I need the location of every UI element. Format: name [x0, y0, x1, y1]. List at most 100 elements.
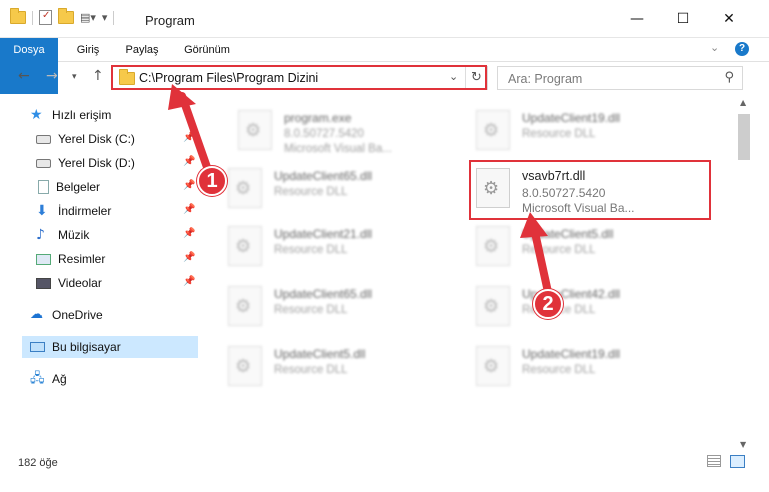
file-description: Resource DLL — [274, 304, 348, 316]
pin-icon[interactable]: 📌 — [183, 252, 195, 263]
dll-file-icon — [228, 226, 262, 266]
file-item[interactable]: UpdateClient5.dll Resource DLL — [468, 218, 698, 274]
dll-file-icon — [228, 346, 262, 386]
forward-arrow-icon[interactable]: → — [46, 68, 58, 84]
file-item[interactable]: program.exe 8.0.50727.5420 Microsoft Vis… — [230, 102, 460, 158]
vertical-scrollbar[interactable]: ▲ ▼ — [737, 98, 752, 454]
chevron-down-icon[interactable]: ⌄ — [449, 70, 458, 83]
file-icon — [238, 110, 272, 150]
dll-file-icon — [476, 168, 510, 208]
ribbon-tabs: Dosya Giriş Paylaş Görünüm ⌄ ? — [0, 38, 769, 94]
maximize-icon: ☐ — [676, 11, 690, 27]
tab-share[interactable]: Paylaş — [118, 38, 166, 62]
navigation-pane: ★ Hızlı erişim Yerel Disk (C:) 📌 Yerel D… — [0, 98, 205, 450]
customize-toolbar-icon[interactable]: ▾ — [102, 11, 108, 24]
pin-icon[interactable]: 📌 — [183, 204, 195, 215]
sidebar-item-onedrive[interactable]: ☁ OneDrive — [30, 304, 210, 326]
sidebar-item-label: Yerel Disk (C:) — [58, 132, 135, 146]
music-icon: ♪ — [36, 227, 45, 243]
file-list: program.exe 8.0.50727.5420 Microsoft Vis… — [210, 98, 735, 450]
sidebar-item-videos[interactable]: Videolar 📌 — [36, 272, 216, 294]
separator — [32, 10, 33, 25]
search-icon[interactable]: ⚲ — [724, 70, 734, 85]
separator — [113, 10, 115, 25]
sidebar-item-disk-d[interactable]: Yerel Disk (D:) 📌 — [36, 152, 216, 174]
folder-icon — [10, 8, 26, 24]
star-icon: ★ — [30, 107, 43, 123]
properties-icon[interactable] — [39, 10, 52, 25]
sidebar-item-downloads[interactable]: ⬇ İndirmeler 📌 — [36, 200, 216, 222]
file-item[interactable]: UpdateClient5.dll Resource DLL — [220, 338, 450, 394]
file-description: Resource DLL — [274, 364, 348, 376]
file-name: UpdateClient65.dll — [274, 169, 373, 183]
sidebar-item-label: Resimler — [58, 252, 106, 266]
large-icons-view-icon[interactable] — [730, 455, 745, 468]
sidebar-item-label: Belgeler — [56, 180, 101, 194]
sidebar-item-documents[interactable]: Belgeler 📌 — [38, 176, 218, 198]
dll-file-icon — [228, 286, 262, 326]
file-item[interactable]: UpdateClient65.dll Resource DLL — [220, 278, 450, 334]
refresh-icon[interactable]: ↻ — [465, 67, 487, 89]
file-description: Resource DLL — [522, 244, 596, 256]
expand-ribbon-icon[interactable]: ⌄ — [710, 41, 719, 54]
quick-access-toolbar: ▤▾ ▾ — [10, 8, 115, 25]
file-description: Microsoft Visual Ba... — [522, 201, 635, 215]
tab-home[interactable]: Giriş — [66, 38, 110, 62]
pin-icon[interactable]: 📌 — [183, 180, 195, 191]
file-item[interactable]: UpdateClient42.dll Resource DLL — [468, 278, 698, 334]
up-arrow-icon[interactable]: ↑ — [92, 68, 104, 84]
sidebar-item-label: OneDrive — [52, 308, 103, 322]
search-box[interactable]: Ara: Program ⚲ — [497, 66, 743, 90]
sidebar-item-music[interactable]: ♪ Müzik 📌 — [36, 224, 216, 246]
sidebar-item-label: Müzik — [58, 228, 90, 242]
file-item[interactable]: UpdateClient19.dll Resource DLL — [468, 102, 698, 158]
file-name: UpdateClient5.dll — [274, 347, 366, 361]
pin-icon[interactable]: 📌 — [183, 156, 195, 167]
file-item[interactable]: UpdateClient65.dll Resource DLL — [220, 160, 450, 216]
file-item[interactable]: UpdateClient21.dll Resource DLL — [220, 218, 450, 274]
help-icon[interactable]: ? — [735, 42, 749, 56]
sidebar-item-label: Ağ — [52, 372, 67, 386]
file-version: 8.0.50727.5420 — [284, 128, 364, 140]
file-item[interactable]: UpdateClient19.dll Resource DLL — [468, 338, 698, 394]
sidebar-item-label: Hızlı erişim — [52, 108, 112, 122]
status-bar: 182 öğe — [0, 452, 769, 472]
sidebar-item-quick-access[interactable]: ★ Hızlı erişim — [30, 104, 210, 126]
recent-locations-icon[interactable]: ▾ — [72, 72, 77, 82]
computer-icon — [30, 342, 45, 352]
dll-file-icon — [476, 286, 510, 326]
sidebar-item-pictures[interactable]: Resimler 📌 — [36, 248, 216, 270]
file-name: program.exe — [284, 111, 352, 125]
dll-file-icon — [476, 110, 510, 150]
navigation-bar: ← → ▾ ↑ C:\Program Files\Program Dizini … — [0, 62, 769, 94]
disk-icon — [36, 134, 51, 144]
sidebar-item-network[interactable]: 🖧 Ağ — [30, 368, 210, 390]
address-path[interactable]: C:\Program Files\Program Dizini — [139, 71, 318, 85]
file-item-selected[interactable]: vsavb7rt.dll 8.0.50727.5420 Microsoft Vi… — [468, 160, 698, 216]
tab-view[interactable]: Görünüm — [176, 38, 238, 62]
scroll-thumb[interactable] — [738, 114, 750, 160]
scroll-down-icon[interactable]: ▼ — [740, 440, 746, 449]
back-arrow-icon[interactable]: ← — [18, 68, 30, 84]
pin-icon[interactable]: 📌 — [183, 276, 195, 287]
address-bar[interactable]: C:\Program Files\Program Dizini ⌄ ↻ — [112, 66, 488, 90]
file-name: UpdateClient65.dll — [274, 287, 373, 301]
pin-icon[interactable]: 📌 — [183, 228, 195, 239]
dll-file-icon — [476, 226, 510, 266]
sidebar-item-this-pc[interactable]: Bu bilgisayar — [22, 336, 198, 358]
search-placeholder[interactable]: Ara: Program — [508, 72, 582, 86]
sidebar-item-disk-c[interactable]: Yerel Disk (C:) 📌 — [36, 128, 216, 150]
scroll-up-icon[interactable]: ▲ — [740, 98, 746, 107]
new-folder-icon[interactable] — [58, 8, 74, 24]
view-menu-icon[interactable]: ▤▾ — [80, 11, 96, 24]
details-view-icon[interactable] — [707, 455, 721, 467]
item-count: 182 öğe — [18, 457, 58, 469]
maximize-button[interactable]: ☐ — [660, 0, 706, 38]
close-button[interactable]: ✕ — [706, 0, 752, 38]
minimize-button[interactable]: — — [614, 0, 660, 38]
sidebar-item-label: Bu bilgisayar — [52, 340, 121, 354]
step-marker-1: 1 — [197, 166, 227, 196]
pin-icon[interactable]: 📌 — [183, 132, 195, 143]
file-description: Resource DLL — [522, 364, 596, 376]
step-marker-2: 2 — [533, 289, 563, 319]
